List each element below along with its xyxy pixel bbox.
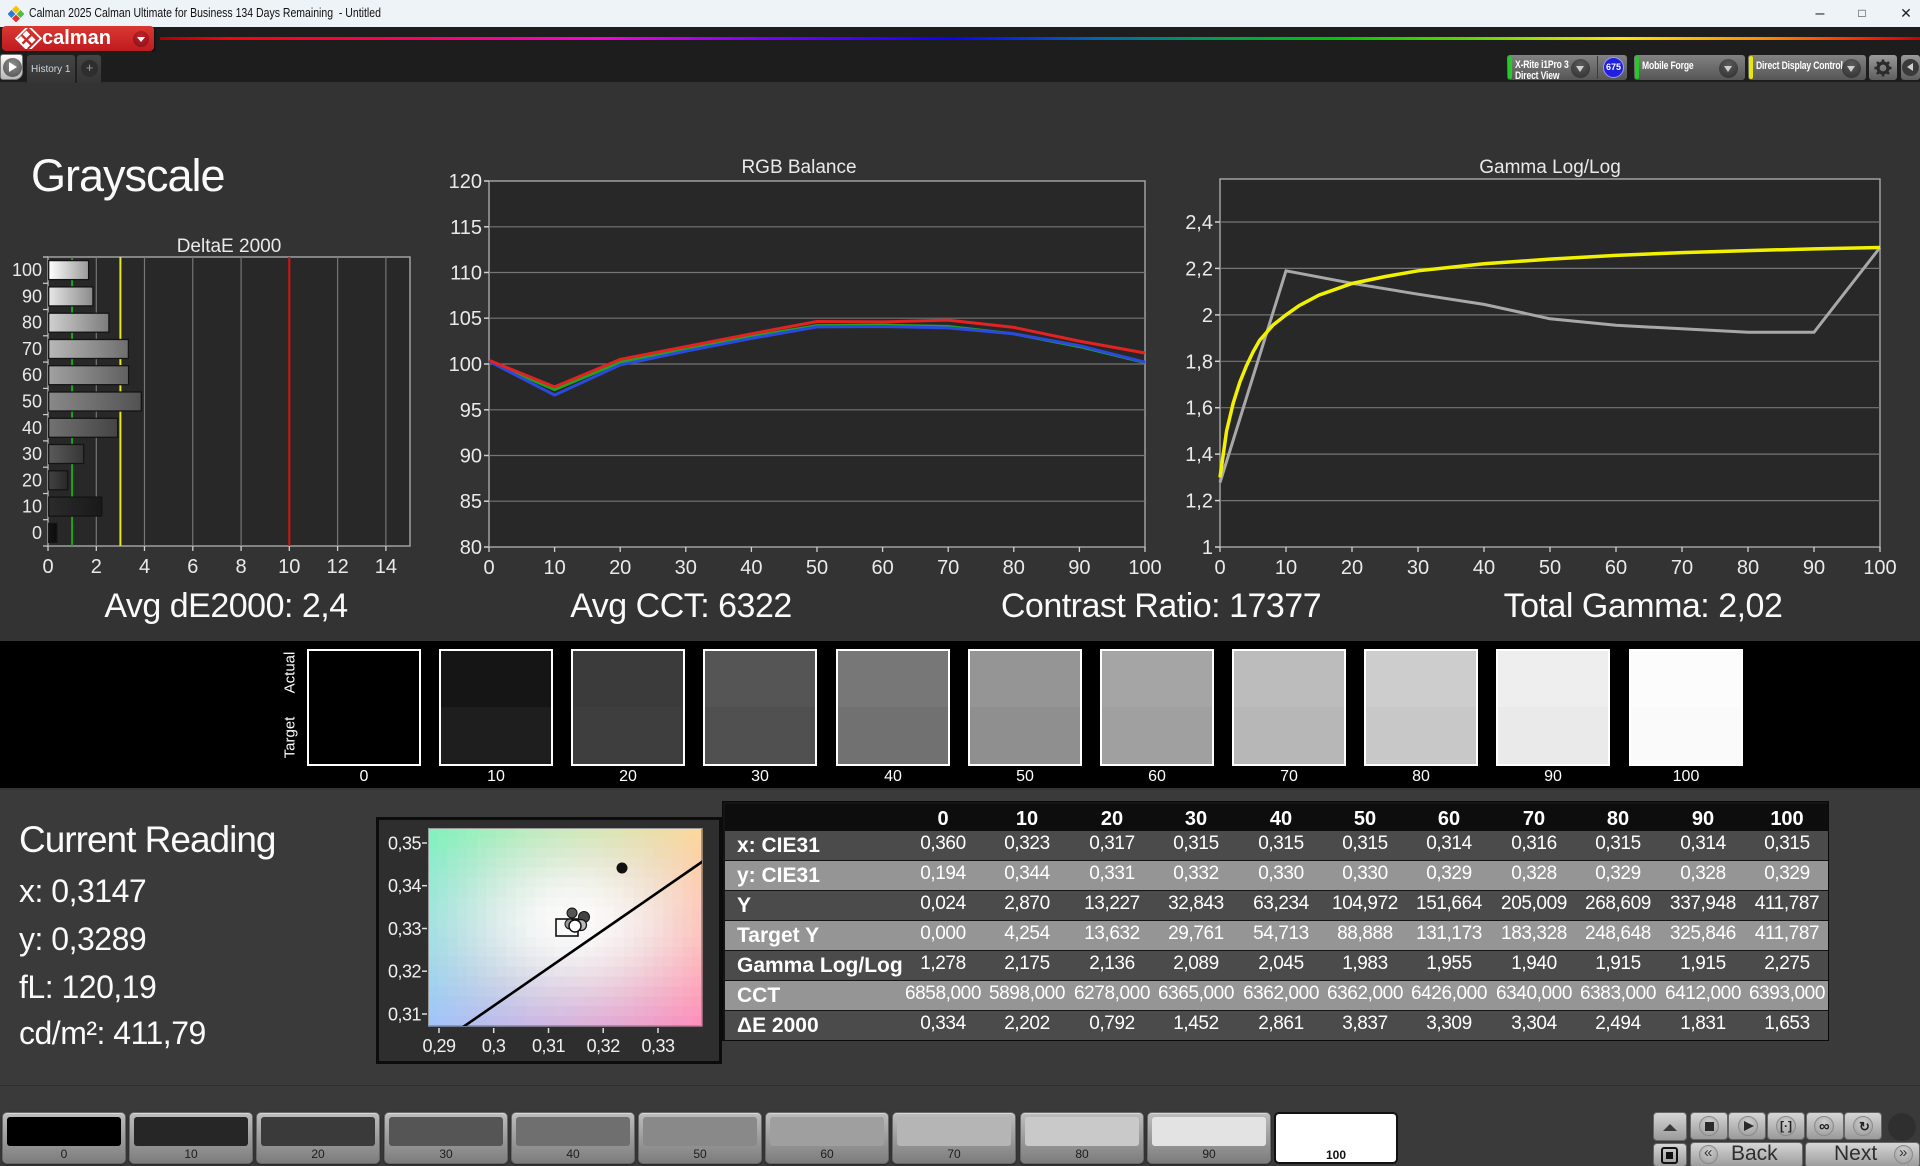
svg-text:0,29: 0,29 <box>422 1036 456 1056</box>
svg-text:60: 60 <box>22 365 42 385</box>
svg-text:Gamma Log/Log: Gamma Log/Log <box>1479 157 1621 178</box>
svg-text:120: 120 <box>449 171 482 193</box>
svg-text:100: 100 <box>1128 557 1161 579</box>
svg-text:1: 1 <box>1202 537 1213 559</box>
svg-text:8: 8 <box>236 556 247 578</box>
svg-text:100: 100 <box>449 354 482 376</box>
svg-text:1,6: 1,6 <box>1185 398 1213 420</box>
svg-text:60: 60 <box>871 557 893 579</box>
svg-text:115: 115 <box>450 217 482 239</box>
svg-text:105: 105 <box>449 308 482 330</box>
svg-text:100: 100 <box>12 260 42 280</box>
svg-text:20: 20 <box>1341 557 1363 579</box>
svg-text:40: 40 <box>1473 557 1495 579</box>
svg-text:50: 50 <box>1539 557 1561 579</box>
svg-text:0,31: 0,31 <box>532 1036 566 1056</box>
svg-text:1,2: 1,2 <box>1185 491 1213 513</box>
svg-text:0: 0 <box>32 523 42 543</box>
svg-text:2: 2 <box>91 556 102 578</box>
svg-text:0,33: 0,33 <box>388 919 422 939</box>
svg-text:14: 14 <box>375 556 397 578</box>
svg-text:20: 20 <box>22 470 42 490</box>
svg-text:40: 40 <box>22 418 42 438</box>
svg-text:2,4: 2,4 <box>1185 212 1213 234</box>
svg-text:30: 30 <box>1407 557 1429 579</box>
svg-text:10: 10 <box>278 556 300 578</box>
svg-text:70: 70 <box>22 339 42 359</box>
svg-text:0: 0 <box>1214 557 1225 579</box>
svg-text:0: 0 <box>483 557 494 579</box>
svg-text:6: 6 <box>187 556 198 578</box>
svg-text:110: 110 <box>450 263 482 285</box>
svg-text:12: 12 <box>326 556 348 578</box>
svg-text:40: 40 <box>740 557 762 579</box>
svg-text:0,32: 0,32 <box>388 962 422 982</box>
svg-text:90: 90 <box>1803 557 1825 579</box>
svg-text:10: 10 <box>22 497 42 517</box>
svg-text:70: 70 <box>1671 557 1693 579</box>
svg-text:DeltaE 2000: DeltaE 2000 <box>177 236 282 257</box>
svg-text:4: 4 <box>139 556 150 578</box>
svg-text:100: 100 <box>1863 557 1896 579</box>
svg-text:0,3: 0,3 <box>482 1036 506 1056</box>
svg-text:90: 90 <box>22 286 42 306</box>
svg-text:0,33: 0,33 <box>641 1036 675 1056</box>
svg-text:30: 30 <box>675 557 697 579</box>
svg-text:20: 20 <box>609 557 631 579</box>
svg-text:10: 10 <box>543 557 565 579</box>
svg-text:30: 30 <box>22 444 42 464</box>
svg-text:60: 60 <box>1605 557 1627 579</box>
svg-text:RGB Balance: RGB Balance <box>741 157 856 178</box>
svg-text:0,34: 0,34 <box>388 876 422 896</box>
svg-text:95: 95 <box>460 400 482 422</box>
svg-text:0,31: 0,31 <box>388 1005 422 1025</box>
svg-text:10: 10 <box>1275 557 1297 579</box>
svg-text:2,2: 2,2 <box>1185 258 1213 280</box>
svg-text:80: 80 <box>460 537 482 559</box>
svg-text:0,35: 0,35 <box>388 834 422 854</box>
svg-text:50: 50 <box>806 557 828 579</box>
svg-text:50: 50 <box>22 392 42 412</box>
svg-text:80: 80 <box>1737 557 1759 579</box>
svg-text:70: 70 <box>937 557 959 579</box>
svg-text:1,4: 1,4 <box>1185 444 1213 466</box>
svg-text:85: 85 <box>460 491 482 513</box>
svg-text:1,8: 1,8 <box>1185 351 1213 373</box>
svg-text:80: 80 <box>22 313 42 333</box>
svg-text:90: 90 <box>460 446 482 468</box>
svg-text:0,32: 0,32 <box>587 1036 621 1056</box>
svg-text:80: 80 <box>1003 557 1025 579</box>
svg-text:2: 2 <box>1202 305 1213 327</box>
svg-text:0: 0 <box>42 556 53 578</box>
svg-text:90: 90 <box>1068 557 1090 579</box>
